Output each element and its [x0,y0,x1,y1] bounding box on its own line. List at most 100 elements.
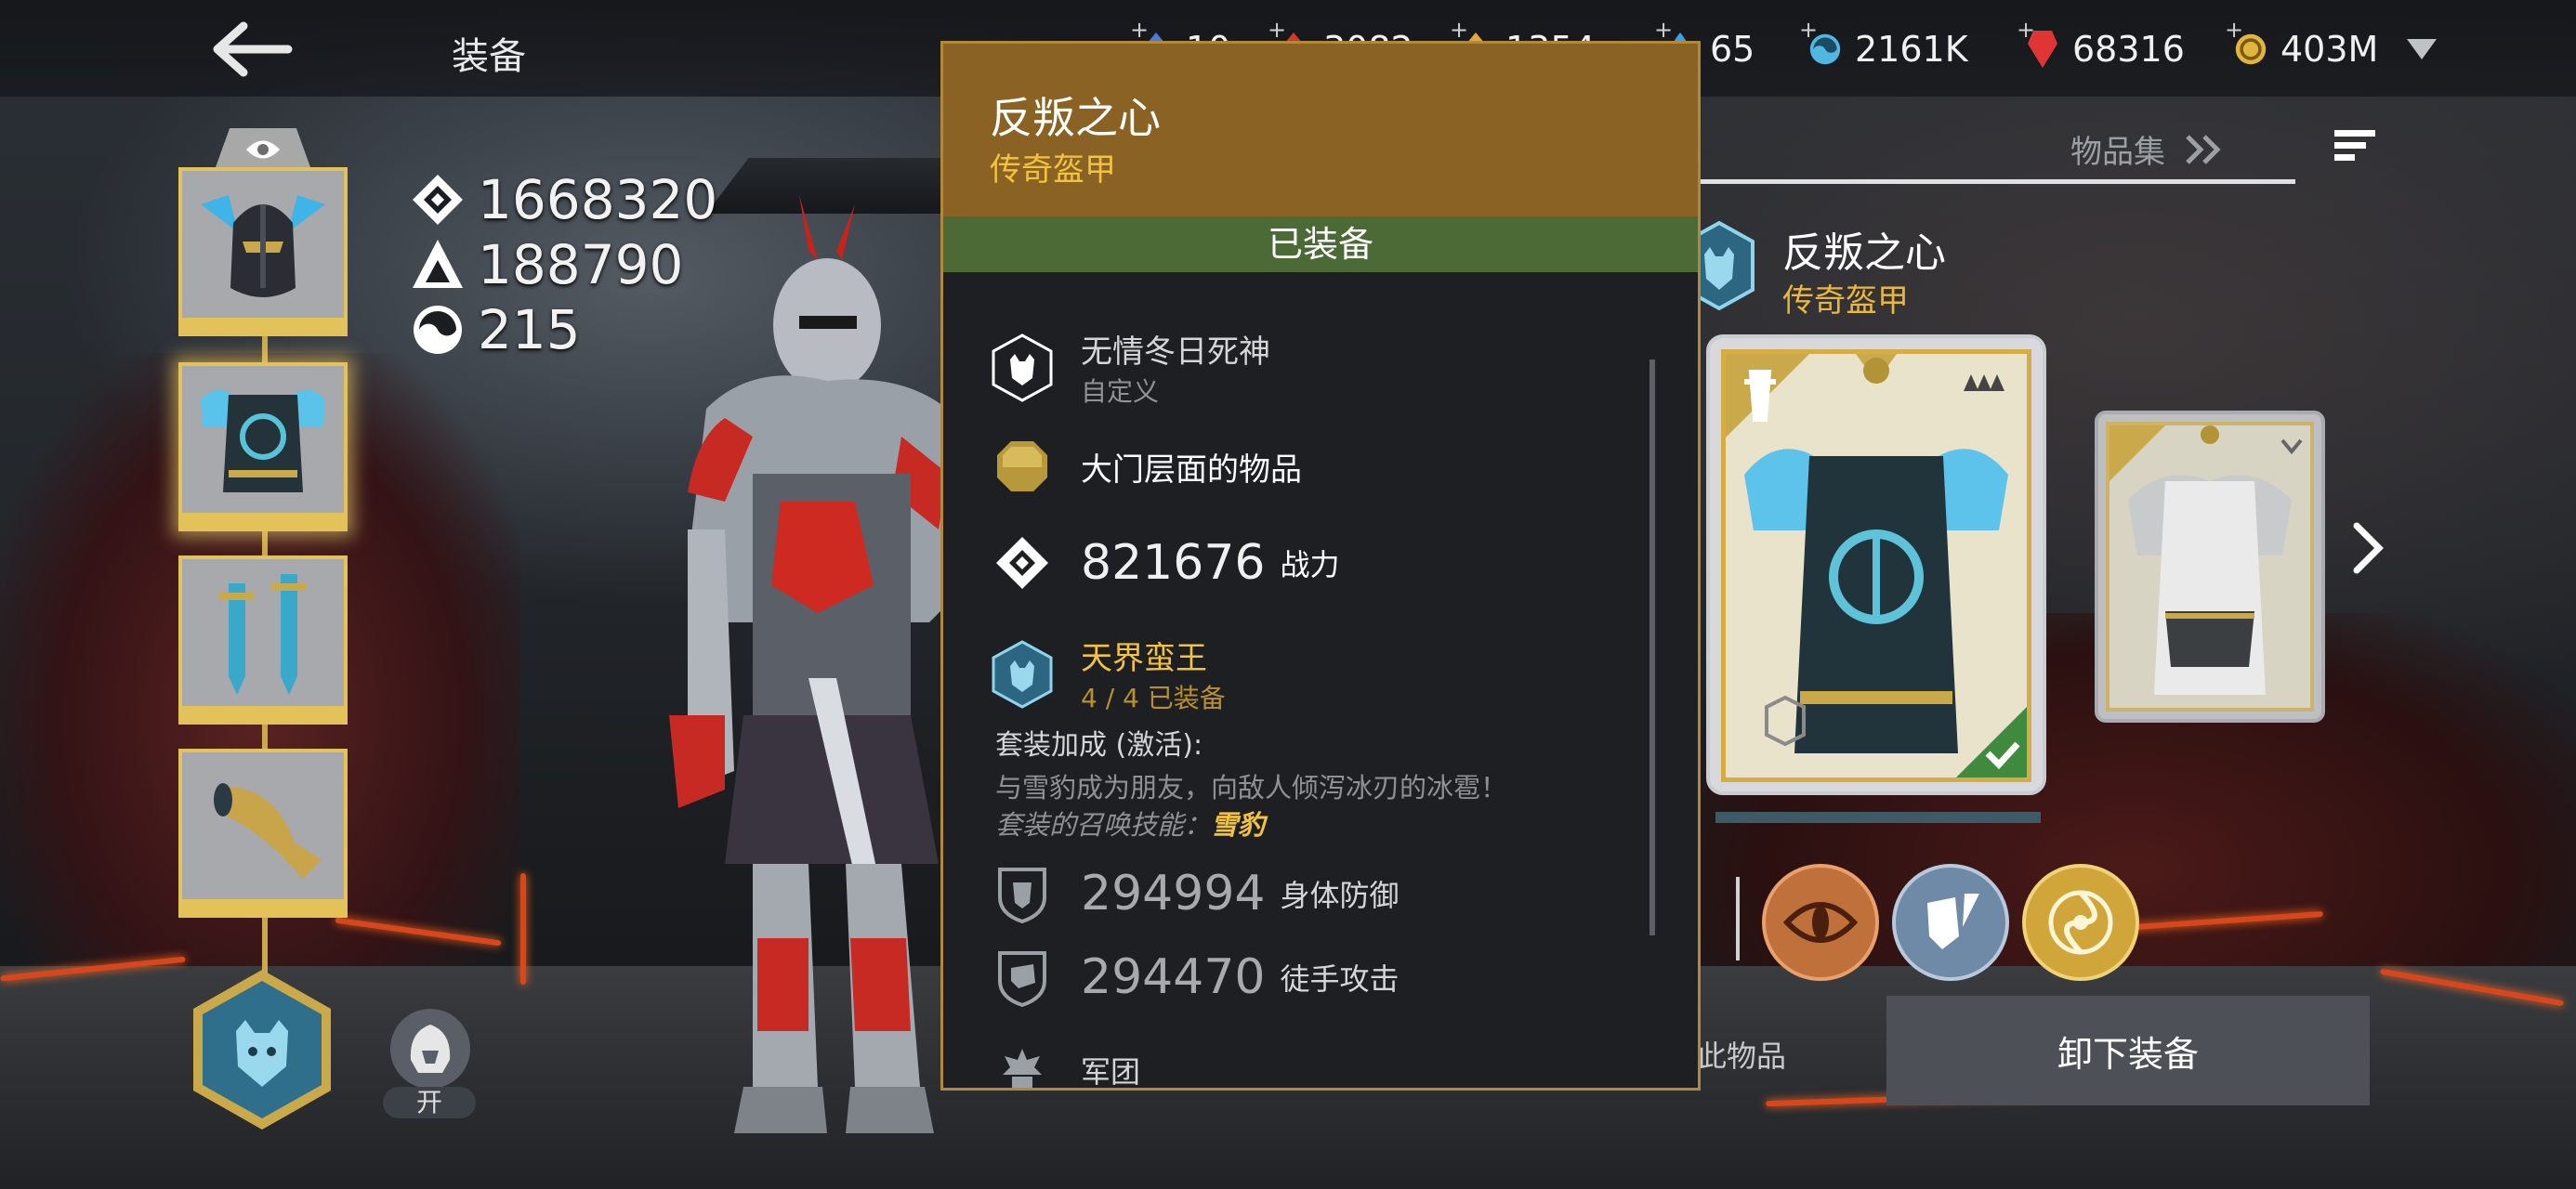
divider [1736,877,1740,960]
popup-rarity: 传奇盔甲 [990,151,1116,189]
item-card-alternate[interactable] [2095,411,2325,723]
stat-value: 215 [478,298,581,361]
item-rarity: 传奇盔甲 [1782,282,1909,320]
summon-label: 套装的召唤技能： [995,809,1212,841]
body-defense-value: 294994 [1081,866,1266,921]
card-frame [2106,422,2314,712]
currency-gold-coin[interactable]: + 403M [2225,17,2379,72]
set-row: 天界蛮王 4 / 4 已装备 [990,633,1226,715]
triangle-rank-icon [409,236,467,294]
chevron-right-icon[interactable] [2349,520,2386,576]
power-value: 821676 [1081,535,1266,591]
slot-rarity-bar [182,513,344,528]
helmet-icon [201,195,325,297]
helmet-visibility-toggle[interactable]: 开 [383,1009,476,1120]
back-arrow-icon[interactable] [210,17,294,82]
plus-icon: + [1450,17,1469,43]
popup-title: 反叛之心 [990,93,1161,143]
item-detail-popup: 反叛之心 传奇盔甲 已装备 无情冬日死神 自定义 大门层面的物品 821676 … [940,41,1701,1091]
sort-icon[interactable] [2333,126,2377,165]
plus-icon: + [2225,17,2244,43]
currency-value: 2161K [1855,29,1968,70]
custom-name: 无情冬日死神 [1081,333,1270,371]
stat-rank: 188790 [409,232,717,297]
unequip-button[interactable]: 卸下装备 [1886,996,2370,1105]
body-defense-row: 294994 身体防御 [990,861,1400,926]
robe-armor-icon [2109,425,2303,695]
stat-power: 1668320 [409,167,717,232]
vortex-icon [2048,890,2113,955]
eye-skill-icon [1783,902,1858,943]
plus-icon: + [2017,17,2036,43]
armor-shield-icon [990,861,1055,926]
ability-eye-skill[interactable] [1762,864,1879,981]
plus-icon: + [1130,17,1150,43]
legion-row: 军团 [990,1038,1141,1090]
body-defense-label: 身体防御 [1280,878,1400,913]
currency-value: 403M [2280,29,2379,70]
page-title: 装备 [452,35,526,78]
stat-value: 1668320 [478,168,718,231]
slot-rarity-bar [182,706,344,721]
tab-collection[interactable]: 物品集 [2070,126,2225,172]
eye-icon [246,140,280,159]
legendary-armor-icon [1726,354,2027,777]
set-count: 4 / 4 已装备 [1081,683,1226,713]
equipment-slot-accessory[interactable] [178,749,348,918]
currency-value: 65 [1710,29,1755,70]
currency-ruby-gem[interactable]: + 68316 [2017,17,2185,72]
popup-header: 反叛之心 传奇盔甲 [943,44,1698,216]
equipment-slot-helmet[interactable] [178,167,348,336]
custom-appearance-row: 无情冬日死神 自定义 [990,326,1270,409]
currency-swirl-orb[interactable]: + 2161K [1799,17,1968,72]
legion-label: 军团 [1081,1054,1141,1090]
plus-icon: + [1799,17,1819,43]
slot-rarity-bar [182,318,344,333]
power-diamond-icon [409,171,467,229]
tab-collection-label: 物品集 [2070,134,2165,171]
ability-shield-skill[interactable] [1892,864,2009,981]
snow-leopard-set-emblem-icon[interactable] [188,966,336,1133]
armor-icon [201,390,325,492]
stat-value: 188790 [478,233,684,296]
currency-value: 68316 [2072,29,2185,70]
stat-level: 215 [409,297,717,362]
summon-value: 雪豹 [1211,809,1266,841]
fist-shield-icon [990,945,1055,1010]
item-name: 反叛之心 [1782,229,1946,277]
snow-leopard-set-icon [990,639,1055,709]
set-bonus-desc: 与雪豹成为朋友，向敌人倾泻冰刃的冰雹！ [995,772,1508,804]
power-row: 821676 战力 [990,530,1340,595]
equipment-slot-armor[interactable] [178,362,348,531]
gate-item-row: 大门层面的物品 [990,434,1302,499]
summon-row: 套装的召唤技能：雪豹 [995,804,1265,843]
tab-underline [1701,179,2295,184]
popup-scrollbar[interactable] [1649,359,1655,935]
ability-vortex-skill[interactable] [2022,864,2139,981]
swirl-icon [409,301,467,359]
equipped-status-bar: 已装备 [943,216,1698,272]
gold-octagon-icon [990,434,1055,499]
plus-icon: + [1268,17,1287,43]
toggle-label: 开 [383,1087,476,1118]
twin-swords-icon [219,574,307,695]
unarmed-attack-label: 徒手攻击 [1280,961,1400,997]
gate-item-label: 大门层面的物品 [1081,451,1302,489]
chevron-down-icon[interactable] [2405,35,2438,63]
lava-crack [520,873,526,985]
double-chevron-right-icon [2186,134,2221,164]
item-card-selected[interactable] [1706,334,2046,795]
character-stats: 1668320 188790 215 [409,167,717,362]
wolf-hex-icon [990,333,1055,402]
equipment-slot-weapon[interactable] [178,555,348,725]
set-name: 天界蛮王 [1081,640,1207,677]
this-item-label[interactable]: 此物品 [1697,1033,1786,1076]
unarmed-attack-row: 294470 徒手攻击 [990,945,1400,1010]
card-frame [1721,349,2031,782]
power-label: 战力 [1280,547,1340,582]
card-progress-bar [1715,812,2041,823]
legion-helmet-icon [990,1038,1055,1088]
unarmed-attack-value: 294470 [1081,949,1266,1005]
horn-icon [214,783,322,879]
power-diamond-icon [990,530,1055,595]
